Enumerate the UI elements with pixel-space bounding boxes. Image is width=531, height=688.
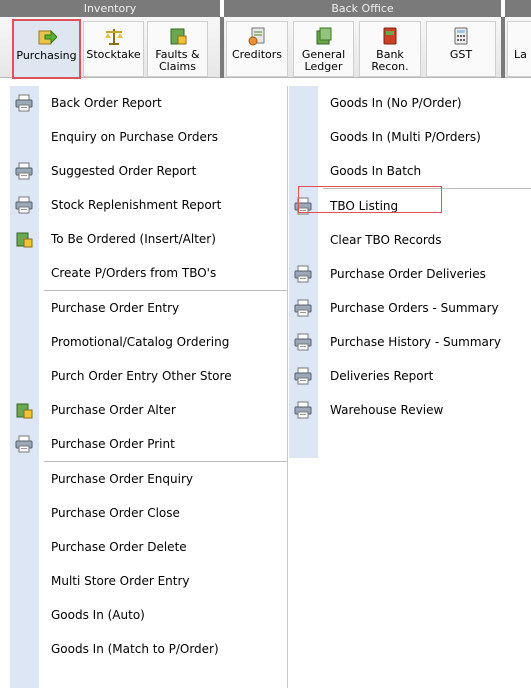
- menu-item-goods-in-auto[interactable]: Goods In (Auto): [10, 598, 287, 632]
- menu-item-label: Purchase Order Enquiry: [51, 472, 194, 486]
- menu-item-label: Goods In (Auto): [51, 608, 145, 622]
- menu-item-suggested-order-report[interactable]: Suggested Order Report: [10, 154, 287, 188]
- printer-icon: [15, 162, 33, 180]
- menu-item-label: Purchase Order Delete: [51, 540, 187, 554]
- menu-item-label: Purchase History - Summary: [330, 335, 501, 349]
- menu-item-label: Promotional/Catalog Ordering: [51, 335, 230, 349]
- purchasing-arrow-icon: [38, 29, 57, 45]
- gst-label: GST: [449, 48, 473, 61]
- menu-item-label: Enquiry on Purchase Orders: [51, 130, 219, 144]
- menu-item-multi-store-order-entry[interactable]: Multi Store Order Entry: [10, 564, 287, 598]
- menu-item-label: Purchase Order Deliveries: [330, 267, 486, 281]
- goods-in-batch-highlight: [298, 186, 442, 213]
- menu-item-purchase-order-alter[interactable]: Purchase Order Alter: [10, 393, 287, 427]
- menu-item-label: Purch Order Entry Other Store: [51, 369, 232, 383]
- menu-item-purchase-order-enquiry[interactable]: Purchase Order Enquiry: [10, 462, 287, 496]
- menu-item-stock-replenishment-report[interactable]: Stock Replenishment Report: [10, 188, 287, 222]
- menu-item-goods-in-batch[interactable]: Goods In Batch: [289, 154, 531, 188]
- creditors-button[interactable]: Creditors: [226, 21, 288, 77]
- box-edit-icon: [16, 232, 33, 248]
- general-ledger-button[interactable]: General Ledger: [293, 21, 354, 77]
- menu-item-warehouse-review[interactable]: Warehouse Review: [289, 393, 531, 427]
- group-header-partial: [505, 0, 531, 17]
- purchasing-label: Purchasing: [16, 49, 77, 62]
- ribbon-group-divider: [501, 17, 505, 78]
- bank-recon-button[interactable]: Bank Recon.: [359, 21, 421, 77]
- recon-label: Recon.: [371, 60, 409, 73]
- menu-item-label: Suggested Order Report: [51, 164, 197, 178]
- stocktake-label: Stocktake: [86, 48, 141, 61]
- partial-ribbon-button[interactable]: La: [507, 21, 531, 77]
- printer-icon: [294, 367, 312, 385]
- printer-icon: [294, 265, 312, 283]
- gst-button[interactable]: GST: [426, 21, 496, 77]
- menu-item-promotional-catalog-ordering[interactable]: Promotional/Catalog Ordering: [10, 325, 287, 359]
- menu-item-create-p-orders-from-tbo-s[interactable]: Create P/Orders from TBO's: [10, 256, 287, 290]
- menu-item-purchase-order-print[interactable]: Purchase Order Print: [10, 427, 287, 461]
- creditors-label: Creditors: [231, 48, 283, 61]
- faults-claims-button[interactable]: Faults & Claims: [147, 21, 208, 77]
- menu-item-to-be-ordered-insert-alter[interactable]: To Be Ordered (Insert/Alter): [10, 222, 287, 256]
- menu-item-label: Stock Replenishment Report: [51, 198, 222, 212]
- menu-item-label: Create P/Orders from TBO's: [51, 266, 217, 280]
- menu-item-purch-order-entry-other-store[interactable]: Purch Order Entry Other Store: [10, 359, 287, 393]
- menu-item-purchase-order-delete[interactable]: Purchase Order Delete: [10, 530, 287, 564]
- menu-item-label: Back Order Report: [51, 96, 162, 110]
- purchasing-button[interactable]: Purchasing: [12, 19, 81, 79]
- menu-item-goods-in-no-p-order[interactable]: Goods In (No P/Order): [289, 86, 531, 120]
- printer-icon: [15, 196, 33, 214]
- printer-icon: [294, 401, 312, 419]
- stocktake-button[interactable]: Stocktake: [83, 21, 144, 77]
- faults-icon: [170, 28, 186, 45]
- menu-item-purchase-order-entry[interactable]: Purchase Order Entry: [10, 291, 287, 325]
- group-header-inventory: Inventory: [0, 0, 220, 17]
- menu-item-deliveries-report[interactable]: Deliveries Report: [289, 359, 531, 393]
- ledger-label: Ledger: [304, 60, 343, 73]
- partial-label: La: [514, 48, 527, 61]
- menu-item-label: Goods In (No P/Order): [330, 96, 462, 110]
- scales-icon: [104, 29, 123, 45]
- claims-label: Claims: [159, 60, 196, 73]
- menu-item-purchase-orders-summary[interactable]: Purchase Orders - Summary: [289, 291, 531, 325]
- group-header-back-office: Back Office: [224, 0, 501, 17]
- menu-item-purchase-history-summary[interactable]: Purchase History - Summary: [289, 325, 531, 359]
- printer-icon: [294, 333, 312, 351]
- menu-item-label: To Be Ordered (Insert/Alter): [51, 232, 216, 246]
- printer-icon: [15, 435, 33, 453]
- menu-item-label: Goods In (Match to P/Order): [51, 642, 219, 656]
- menu-item-label: Clear TBO Records: [330, 233, 442, 247]
- menu-item-goods-in-match-to-p-order[interactable]: Goods In (Match to P/Order): [10, 632, 287, 666]
- menu-item-purchase-order-close[interactable]: Purchase Order Close: [10, 496, 287, 530]
- menu-item-label: Multi Store Order Entry: [51, 574, 190, 588]
- ribbon-group-divider: [220, 17, 224, 78]
- menu-item-goods-in-multi-p-orders[interactable]: Goods In (Multi P/Orders): [289, 120, 531, 154]
- menu-item-label: Purchase Orders - Summary: [330, 301, 499, 315]
- menu-item-label: Goods In (Multi P/Orders): [330, 130, 481, 144]
- calculator-icon: [454, 27, 468, 45]
- menu-item-label: Warehouse Review: [330, 403, 444, 417]
- menu-item-purchase-order-deliveries[interactable]: Purchase Order Deliveries: [289, 257, 531, 291]
- ledger-icon: [316, 27, 331, 45]
- menu-item-label: Purchase Order Entry: [51, 301, 180, 315]
- menu-item-clear-tbo-records[interactable]: Clear TBO Records: [289, 223, 531, 257]
- menu-item-back-order-report[interactable]: Back Order Report: [10, 86, 287, 120]
- purchasing-submenu: Goods In (No P/Order) Goods In (Multi P/O…: [289, 86, 531, 458]
- menu-item-label: Deliveries Report: [330, 369, 434, 383]
- menu-item-label: Purchase Order Alter: [51, 403, 176, 417]
- purchasing-menu: Back Order Report Enquiry on Purchase Ord…: [10, 86, 288, 688]
- creditors-icon: [248, 27, 265, 46]
- menu-item-label: Purchase Order Close: [51, 506, 180, 520]
- printer-icon: [294, 299, 312, 317]
- printer-icon: [15, 94, 33, 112]
- menu-item-enquiry-on-purchase-orders[interactable]: Enquiry on Purchase Orders: [10, 120, 287, 154]
- menu-item-label: Goods In Batch: [330, 164, 422, 178]
- bank-book-icon: [383, 27, 397, 45]
- box-edit-icon: [16, 403, 33, 419]
- menu-item-label: Purchase Order Print: [51, 437, 175, 451]
